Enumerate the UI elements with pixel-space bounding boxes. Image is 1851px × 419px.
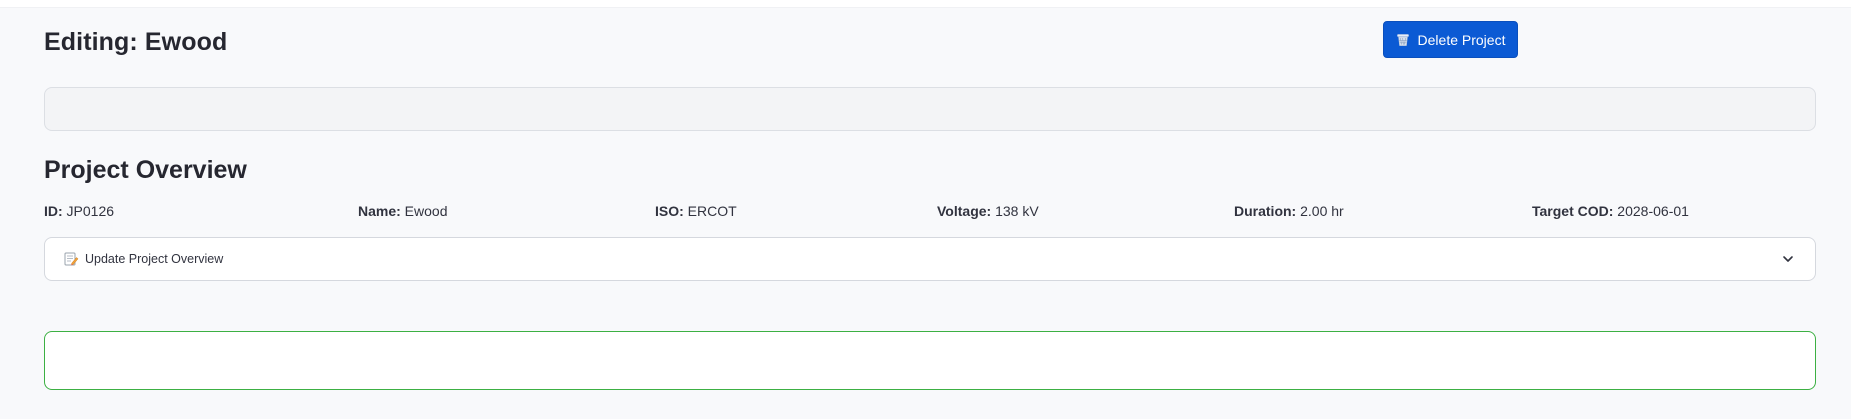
empty-info-panel [44, 87, 1816, 131]
trash-basket-icon [1396, 33, 1410, 47]
app-root: Editing: Ewood Delete Project Project Ov… [0, 0, 1851, 419]
field-id-value: JP0126 [62, 203, 115, 219]
field-voltage-label: Voltage: [937, 203, 992, 219]
field-duration-value: 2.00 hr [1296, 203, 1344, 219]
field-id: ID: JP0126 [44, 203, 114, 219]
success-message-box [44, 331, 1816, 390]
field-iso-label: ISO: [655, 203, 684, 219]
field-iso: ISO: ERCOT [655, 203, 737, 219]
memo-pencil-icon [63, 251, 79, 267]
update-project-overview-expander[interactable]: Update Project Overview [44, 237, 1816, 281]
field-id-label: ID: [44, 203, 63, 219]
field-name-value: Ewood [400, 203, 448, 219]
page-title: Editing: Ewood [44, 28, 228, 56]
section-title-project-overview: Project Overview [44, 156, 247, 184]
field-target-cod-label: Target COD: [1532, 203, 1614, 219]
field-voltage: Voltage: 138 kV [937, 203, 1039, 219]
delete-project-button[interactable]: Delete Project [1383, 21, 1518, 58]
delete-project-label: Delete Project [1417, 31, 1506, 48]
field-duration: Duration: 2.00 hr [1234, 203, 1344, 219]
field-duration-label: Duration: [1234, 203, 1297, 219]
top-strip [0, 0, 1851, 8]
chevron-down-icon [1781, 252, 1795, 266]
field-voltage-value: 138 kV [991, 203, 1039, 219]
field-name: Name: Ewood [358, 203, 448, 219]
field-target-cod-value: 2028-06-01 [1613, 203, 1689, 219]
field-iso-value: ERCOT [683, 203, 737, 219]
expander-label: Update Project Overview [85, 252, 224, 266]
field-target-cod: Target COD: 2028-06-01 [1532, 203, 1689, 219]
field-name-label: Name: [358, 203, 401, 219]
